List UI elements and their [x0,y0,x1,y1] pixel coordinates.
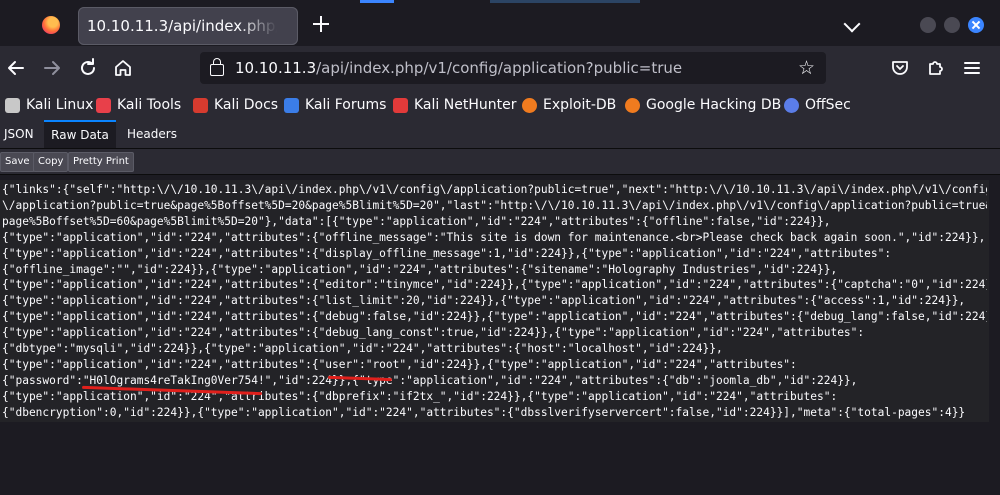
raw-line: page%5Boffset%5D=60&page%5Blimit%5D=20"}… [2,214,831,228]
bookmark-label: Kali NetHunter [414,97,517,113]
pocket-icon [892,61,908,75]
extensions-button[interactable] [924,56,948,80]
taskbar-indicator [490,0,640,3]
list-all-tabs-chevron-icon[interactable] [843,15,861,33]
ghdb-icon [625,97,640,113]
bookmark-label: Google Hacking DB [646,97,782,113]
new-tab-button[interactable] [312,15,330,33]
tab-raw-data[interactable]: Raw Data [44,120,116,148]
minimize-button[interactable] [920,17,936,33]
raw-line: {"type":"application","id":"224","attrib… [2,230,986,244]
bookmark-label: Kali Tools [117,97,182,113]
navigation-toolbar: 10.10.11.3/api/index.php/v1/config/appli… [0,46,1000,90]
raw-line: {"type":"application","id":"224","attrib… [2,278,987,292]
forward-button[interactable] [40,56,64,80]
lock-icon[interactable] [210,58,224,76]
hamburger-menu-icon [964,62,980,74]
tab-title: 10.10.11.3/api/index.php/v1/config [87,17,277,35]
scrollbar[interactable] [989,180,1000,422]
home-button[interactable] [111,56,135,80]
url-host: 10.10.11.3 [235,59,317,77]
tab-headers[interactable]: Headers [127,120,177,148]
raw-line: {"dbtype":"mysqli","id":224}},{"type":"a… [2,342,723,356]
menu-button[interactable] [960,56,984,80]
json-viewer-tabs: JSON Raw Data Headers [0,120,1000,149]
address-bar[interactable]: 10.10.11.3/api/index.php/v1/config/appli… [200,52,826,84]
raw-line: {"type":"application","id":"224","attrib… [2,326,865,340]
raw-data-panel[interactable]: {"links":{"self":"http:\/\/10.10.11.3\/a… [0,180,989,422]
raw-json-text[interactable]: {"links":{"self":"http:\/\/10.10.11.3\/a… [2,182,987,421]
bookmark-google-hacking-db[interactable]: Google Hacking DB [625,95,781,115]
raw-data-toolbar: Save Copy Pretty Print [0,149,1000,175]
bookmark-kali-tools[interactable]: Kali Tools [96,95,181,115]
maximize-button[interactable] [944,17,960,33]
kali-dragon-icon [5,97,20,113]
raw-line: {"dbencryption":0,"id":224}},{"type":"ap… [2,405,966,419]
bookmark-kali-nethunter[interactable]: Kali NetHunter [393,95,516,115]
bookmark-label: OffSec [805,97,851,113]
raw-line: {"password":"H0lOgrams4reTakIng0Ver754!"… [2,373,858,387]
raw-line: \/application?public=true&page%5Boffset%… [2,198,987,212]
bookmark-label: Kali Linux [26,97,94,113]
kali-docs-icon [193,97,208,113]
url-path: /api/index.php/v1/config/application?pub… [316,59,683,77]
raw-line: {"type":"application","id":"224","attrib… [2,310,987,324]
bookmark-kali-docs[interactable]: Kali Docs [193,95,278,115]
bookmark-label: Exploit-DB [543,97,617,113]
bookmark-star-icon[interactable]: ☆ [798,57,815,79]
bookmark-offsec[interactable]: OffSec [784,95,851,115]
bookmarks-toolbar: Kali Linux Kali Tools Kali Docs Kali For… [0,90,1000,120]
back-button[interactable] [4,56,28,80]
bookmark-label: Kali Docs [214,97,279,113]
bookmark-kali-linux[interactable]: Kali Linux [5,95,93,115]
kali-tools-icon [96,97,111,113]
kali-forums-icon [284,97,299,113]
tab-strip: 10.10.11.3/api/index.php/v1/config [0,0,1000,46]
raw-line: {"type":"application","id":"224","attrib… [2,357,797,371]
taskbar-indicator [360,0,394,3]
pocket-button[interactable] [888,56,912,80]
raw-line: {"links":{"self":"http:\/\/10.10.11.3\/a… [2,183,987,196]
bookmark-kali-forums[interactable]: Kali Forums [284,95,386,115]
url-text[interactable]: 10.10.11.3/api/index.php/v1/config/appli… [235,59,682,77]
raw-line: {"type":"application","id":"224","attrib… [2,246,892,260]
firefox-icon[interactable] [42,16,60,34]
back-arrow-icon [8,61,24,75]
bookmark-exploit-db[interactable]: Exploit-DB [522,95,616,115]
forward-arrow-icon [44,61,60,75]
copy-button[interactable]: Copy [33,152,69,172]
save-button[interactable]: Save [0,152,35,172]
tab-active[interactable]: 10.10.11.3/api/index.php/v1/config [78,7,298,45]
close-window-button[interactable] [968,17,984,33]
nethunter-icon [393,97,408,113]
home-icon [115,60,131,76]
raw-line: {"type":"application","id":"224","attrib… [2,389,838,403]
pretty-print-button[interactable]: Pretty Print [68,152,134,172]
puzzle-icon [929,61,943,75]
bookmark-label: Kali Forums [305,97,387,113]
offsec-icon [784,97,799,113]
raw-line: {"offline_image":"","id":224}},{"type":"… [2,262,838,276]
reload-button[interactable] [76,56,100,80]
raw-line: {"type":"application","id":"224","attrib… [2,294,966,308]
tab-json[interactable]: JSON [4,120,34,148]
exploit-db-icon [522,97,537,113]
reload-icon [81,58,95,75]
